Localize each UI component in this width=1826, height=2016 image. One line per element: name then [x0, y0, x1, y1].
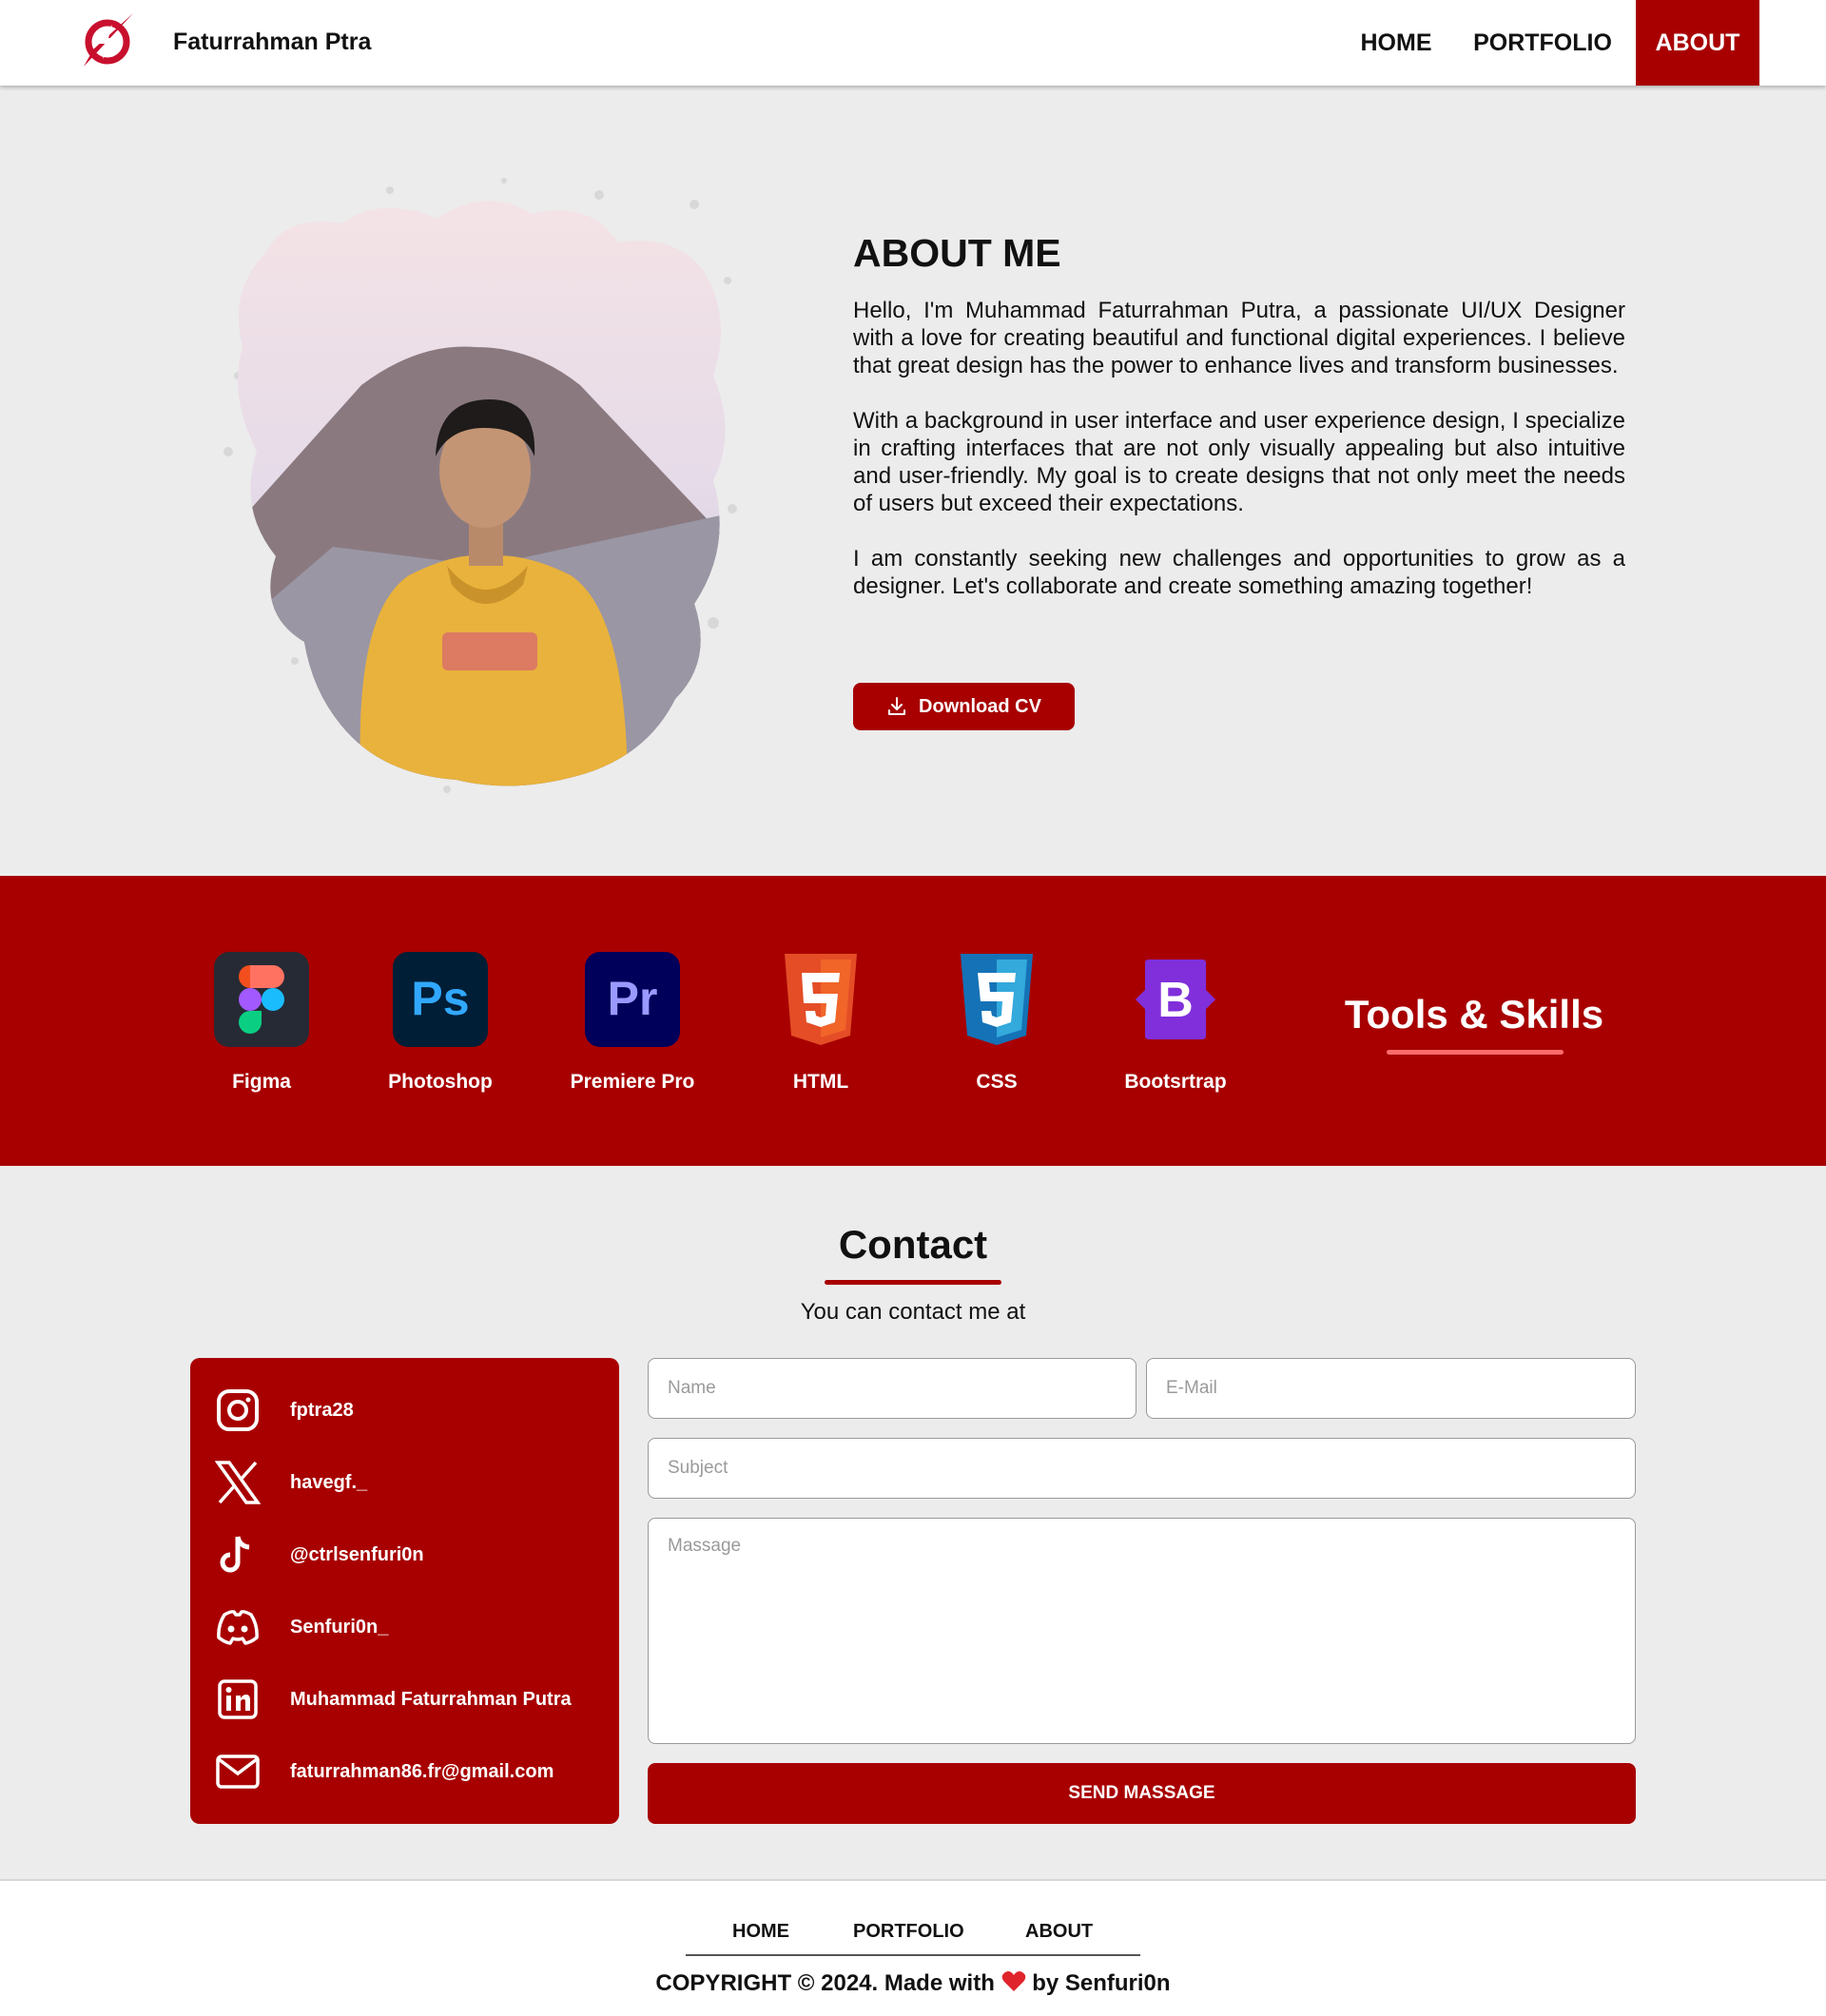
- title-underline: [1387, 1050, 1564, 1055]
- nav-about-link[interactable]: ABOUT: [1636, 0, 1759, 86]
- title-underline: [825, 1280, 1001, 1285]
- about-title: ABOUT ME: [853, 231, 1061, 275]
- svg-text:Ps: Ps: [411, 972, 469, 1025]
- social-instagram[interactable]: fptra28: [214, 1386, 354, 1434]
- linkedin-icon: [214, 1676, 262, 1723]
- nav-home-link[interactable]: HOME: [1349, 0, 1444, 86]
- skill-label: HTML: [792, 1071, 849, 1093]
- skill-photoshop: Ps Photoshop: [364, 952, 516, 1094]
- main-nav: HOME PORTFOLIO ABOUT: [1349, 0, 1826, 86]
- mail-icon: [214, 1748, 262, 1795]
- social-email[interactable]: faturrahman86.fr@gmail.com: [214, 1748, 554, 1795]
- skill-premiere-pro: Pr Premiere Pro: [556, 952, 709, 1094]
- email-input[interactable]: [1146, 1358, 1636, 1419]
- skill-bootstrap: B Bootsrtrap: [1099, 952, 1252, 1094]
- copyright-suffix: by Senfuri0n: [1032, 1970, 1171, 1996]
- social-x[interactable]: havegf._: [214, 1459, 367, 1506]
- skill-html: HTML: [745, 952, 897, 1094]
- html5-icon: [785, 954, 857, 1045]
- css3-icon: [961, 954, 1033, 1045]
- skill-label: Bootsrtrap: [1124, 1071, 1227, 1093]
- download-cv-button[interactable]: Download CV: [853, 683, 1075, 730]
- tools-skills-title: Tools & Skills: [1344, 992, 1604, 1037]
- discord-icon: [214, 1603, 262, 1651]
- download-cv-label: Download CV: [919, 695, 1041, 717]
- instagram-icon: [214, 1386, 262, 1434]
- profile-photo-illustration: [223, 178, 737, 793]
- social-tiktok[interactable]: @ctrlsenfuri0n: [214, 1531, 424, 1579]
- brand-name[interactable]: Faturrahman Ptra: [173, 29, 371, 56]
- about-paragraph: With a background in user interface and …: [853, 408, 1625, 516]
- about-paragraph: I am constantly seeking new challenges a…: [853, 546, 1625, 599]
- footer-divider: [686, 1954, 1140, 1956]
- about-paragraph: Hello, I'm Muhammad Faturrahman Putra, a…: [853, 298, 1625, 378]
- figma-icon: [214, 952, 309, 1047]
- tiktok-icon: [214, 1531, 262, 1579]
- footer-portfolio-link[interactable]: PORTFOLIO: [853, 1921, 964, 1943]
- profile-photo: [200, 166, 751, 794]
- copyright-prefix: COPYRIGHT © 2024. Made with: [655, 1970, 995, 1996]
- download-icon: [888, 697, 906, 715]
- social-handle: Senfuri0n_: [290, 1616, 389, 1638]
- skill-label: Photoshop: [388, 1071, 493, 1093]
- social-discord[interactable]: Senfuri0n_: [214, 1603, 388, 1651]
- svg-text:B: B: [1157, 973, 1194, 1028]
- message-textarea[interactable]: [648, 1518, 1636, 1744]
- footer-about-link[interactable]: ABOUT: [1025, 1921, 1093, 1943]
- social-handle: fptra28: [290, 1399, 354, 1421]
- contact-title: Contact: [838, 1222, 988, 1267]
- brand-logo-icon[interactable]: [78, 11, 137, 70]
- name-input[interactable]: [648, 1358, 1136, 1419]
- site-footer: HOME PORTFOLIO ABOUT COPYRIGHT © 2024. M…: [0, 1879, 1826, 2016]
- skill-label: Figma: [232, 1071, 291, 1093]
- social-handle: havegf._: [290, 1471, 368, 1493]
- about-description: Hello, I'm Muhammad Faturrahman Putra, a…: [853, 297, 1625, 628]
- skill-css: CSS: [921, 952, 1073, 1094]
- nav-portfolio-link[interactable]: PORTFOLIO: [1467, 0, 1619, 86]
- svg-text:Pr: Pr: [608, 972, 658, 1025]
- social-linkedin[interactable]: Muhammad Faturrahman Putra: [214, 1676, 572, 1723]
- subject-input[interactable]: [648, 1438, 1636, 1499]
- footer-home-link[interactable]: HOME: [732, 1921, 789, 1943]
- bootstrap-icon: B: [1136, 960, 1215, 1039]
- premiere-pro-icon: Pr: [585, 952, 680, 1047]
- heart-icon: [1001, 1971, 1025, 1991]
- send-message-button[interactable]: SEND MASSAGE: [648, 1763, 1636, 1824]
- x-twitter-icon: [214, 1459, 262, 1506]
- contact-subtitle: You can contact me at: [800, 1299, 1026, 1325]
- photoshop-icon: Ps: [393, 952, 488, 1047]
- tools-skills-section: Figma Ps Photoshop Pr Premiere Pro HTML …: [0, 876, 1826, 1166]
- skill-figma: Figma: [185, 952, 338, 1094]
- skill-label: Premiere Pro: [570, 1071, 695, 1093]
- social-handle: faturrahman86.fr@gmail.com: [290, 1760, 554, 1782]
- social-handle: @ctrlsenfuri0n: [290, 1543, 424, 1565]
- site-header: Faturrahman Ptra HOME PORTFOLIO ABOUT: [0, 0, 1826, 86]
- skill-label: CSS: [976, 1071, 1018, 1093]
- social-handle: Muhammad Faturrahman Putra: [290, 1688, 572, 1710]
- social-links-card: fptra28 havegf._ @ctrlsenfuri0n Senfuri0…: [190, 1358, 619, 1824]
- copyright-text: COPYRIGHT © 2024. Made with by Senfuri0n: [533, 1970, 1293, 1997]
